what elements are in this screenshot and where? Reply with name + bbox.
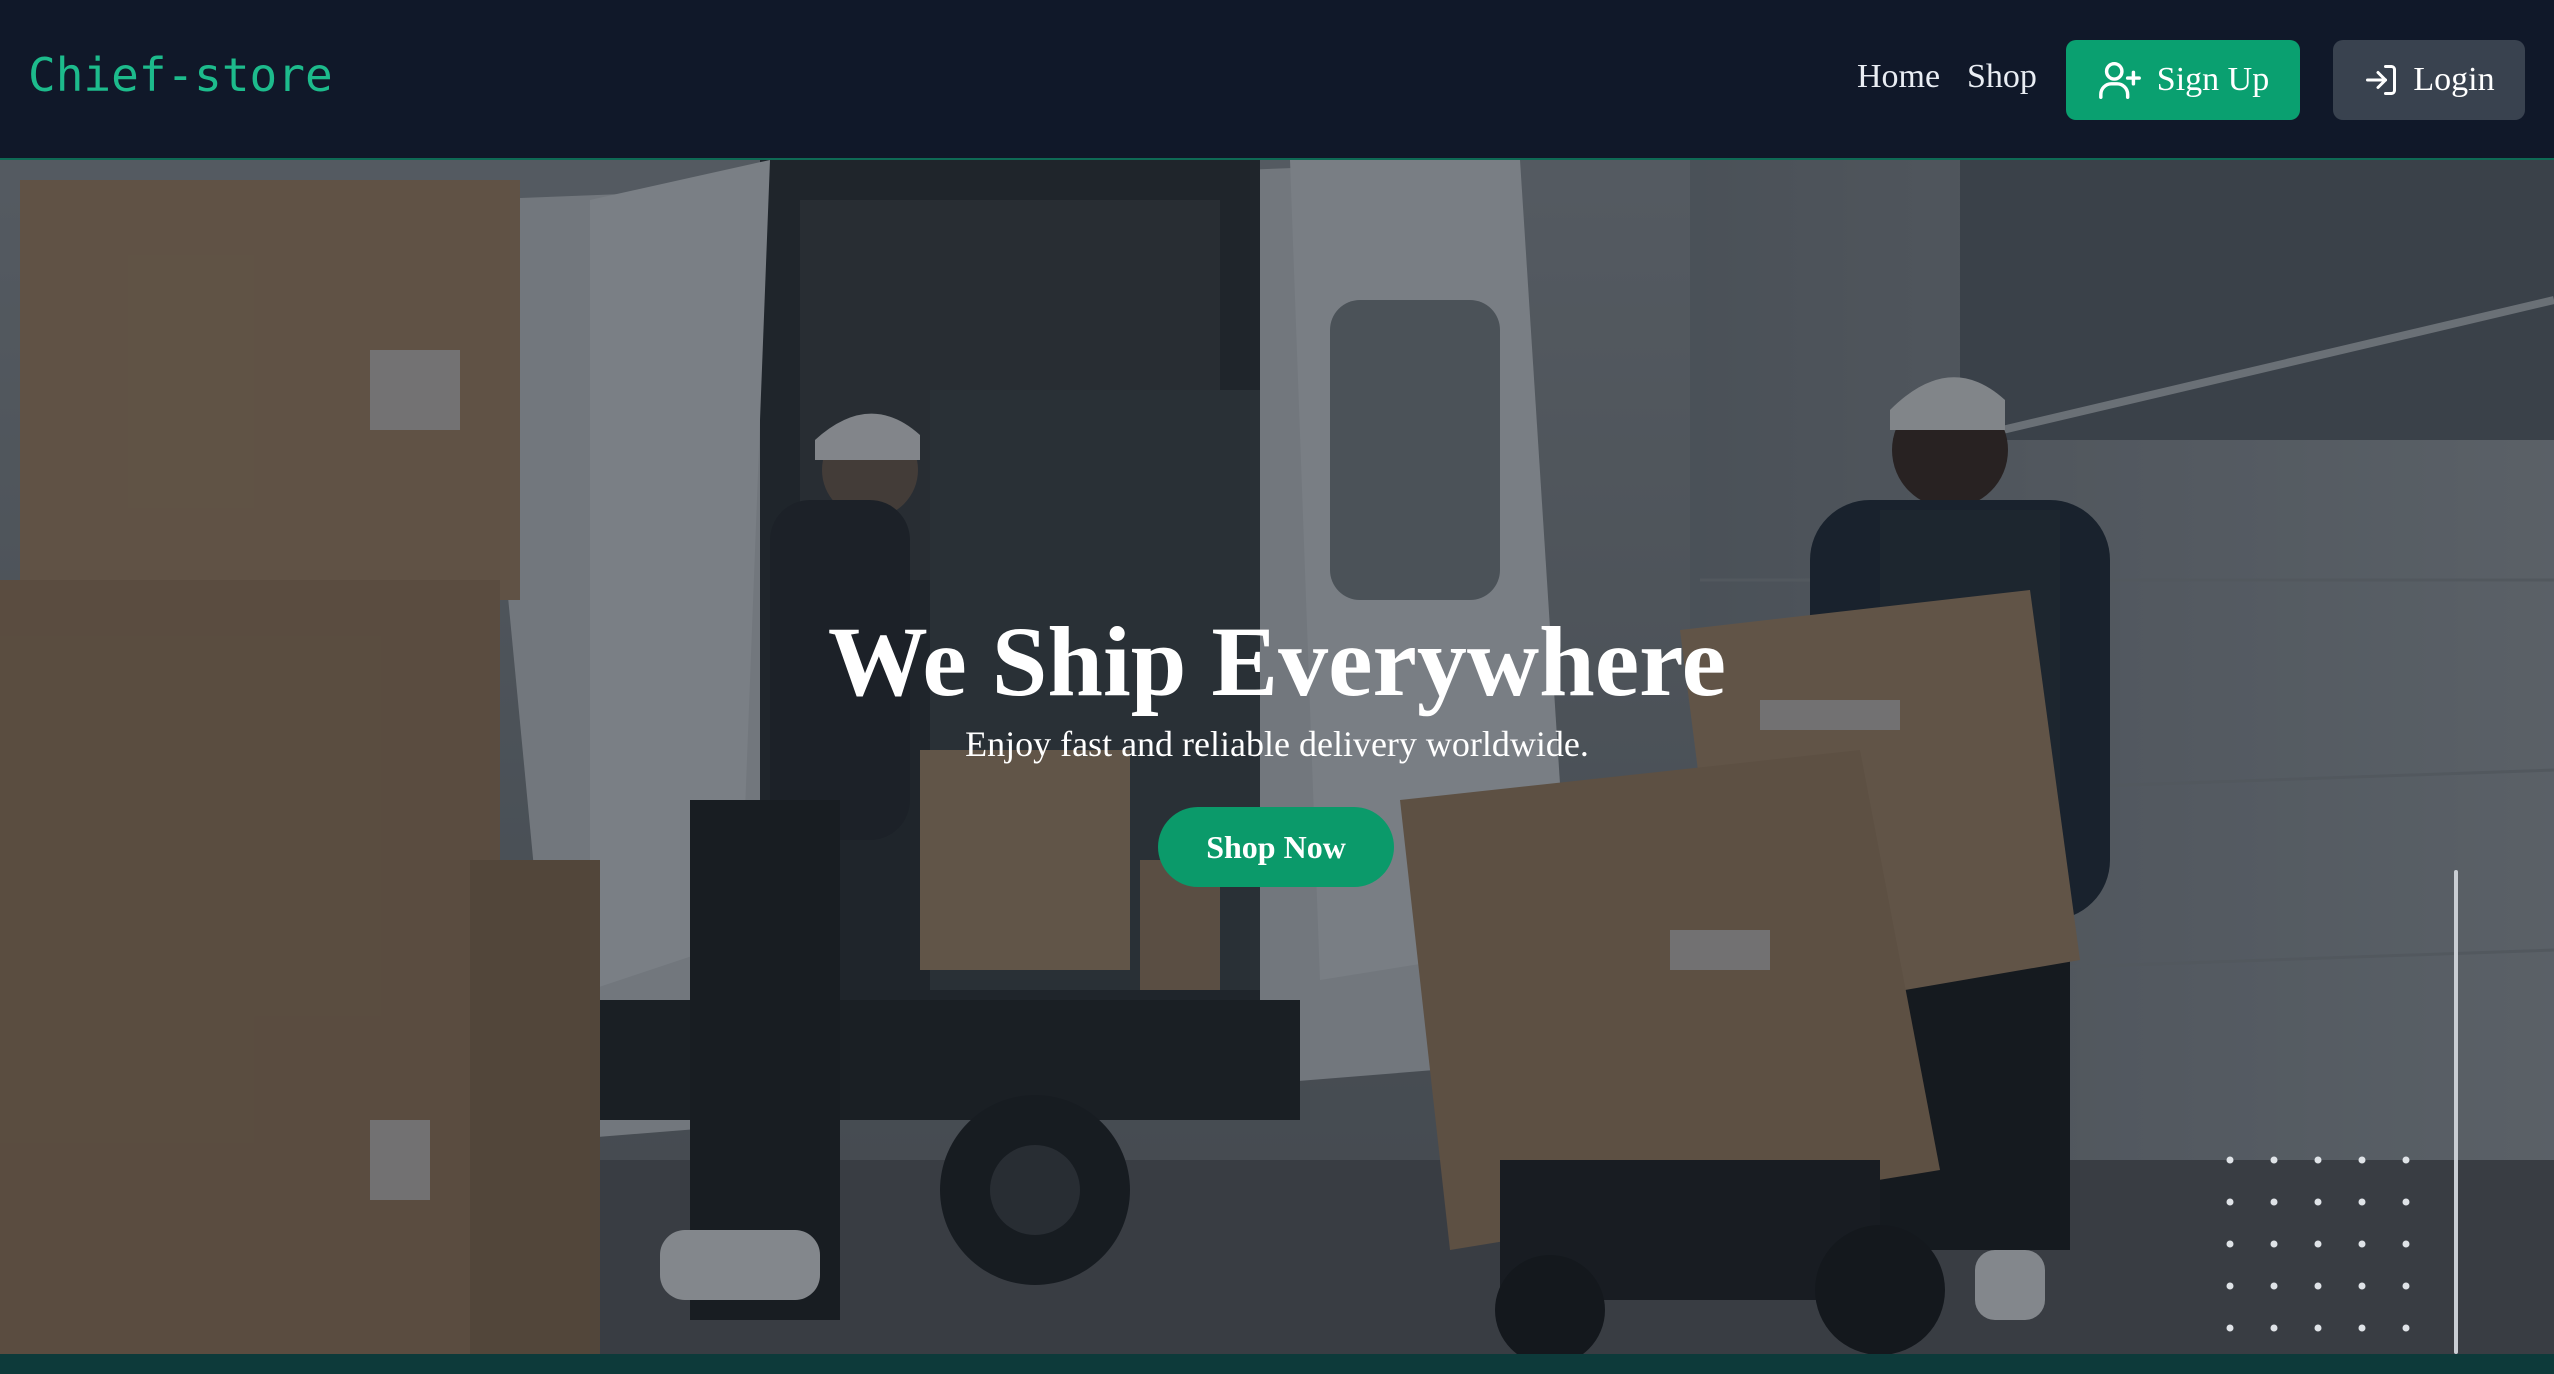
user-plus-icon (2097, 57, 2143, 103)
log-in-icon (2363, 62, 2399, 98)
nav-home-link[interactable]: Home (1857, 58, 1940, 96)
signup-button[interactable]: Sign Up (2066, 40, 2300, 120)
signup-label: Sign Up (2156, 61, 2270, 98)
hero-subtitle: Enjoy fast and reliable delivery worldwi… (965, 724, 1589, 764)
section-divider (0, 1354, 2554, 1374)
login-button[interactable]: Login (2333, 40, 2525, 120)
hero-section: We Ship Everywhere Enjoy fast and reliab… (0, 160, 2554, 1354)
navbar: Chief-store Home Shop Sign Up Login (0, 0, 2554, 160)
login-label: Login (2413, 61, 2495, 98)
brand-logo[interactable]: Chief-store (28, 48, 333, 102)
scroll-indicator (2454, 870, 2458, 1354)
shop-now-button[interactable]: Shop Now (1158, 807, 1394, 887)
hero-title: We Ship Everywhere (827, 606, 1727, 717)
dot-grid-decoration (2226, 1156, 2410, 1332)
nav-shop-link[interactable]: Shop (1967, 58, 2037, 96)
